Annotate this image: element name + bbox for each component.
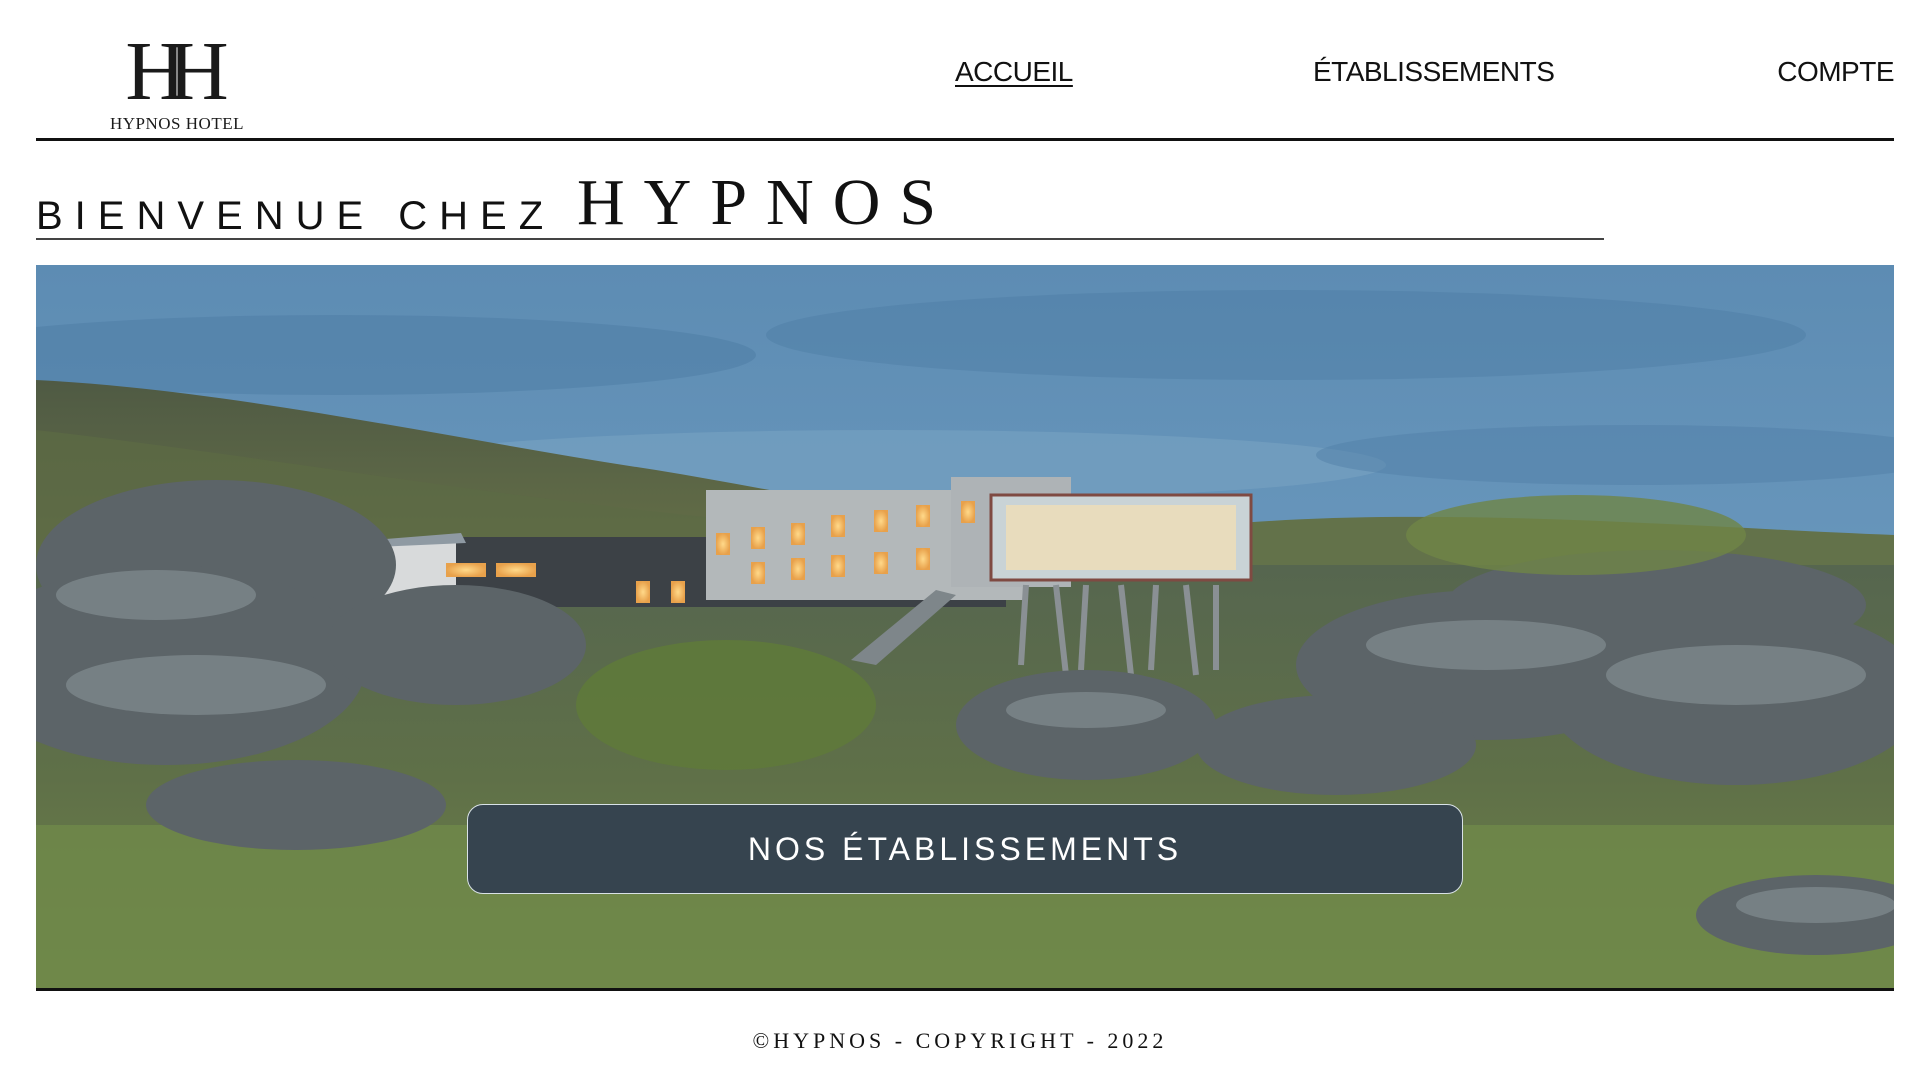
hotel-logo[interactable]: HH HYPNOS HOTEL	[102, 25, 252, 134]
footer-copyright: ©HYPNOS - COPYRIGHT - 2022	[752, 1028, 1168, 1053]
welcome-prefix: BIENVENUE CHEZ	[36, 194, 556, 238]
nav-link-establishments[interactable]: ÉTABLISSEMENTS	[1313, 56, 1555, 88]
nav-link-home[interactable]: ACCUEIL	[955, 56, 1073, 88]
welcome-brand-name: HYPNOS	[577, 166, 956, 239]
hero-banner: NOS ÉTABLISSEMENTS	[36, 265, 1894, 991]
welcome-heading: BIENVENUE CHEZ HYPNOS	[36, 170, 1604, 240]
site-header: HH HYPNOS HOTEL ACCUEIL ÉTABLISSEMENTS C…	[36, 0, 1894, 141]
establishments-button[interactable]: NOS ÉTABLISSEMENTS	[467, 804, 1463, 894]
logo-text: HYPNOS HOTEL	[110, 114, 244, 133]
nav-link-account[interactable]: COMPTE	[1777, 56, 1894, 88]
logo-mark: HH	[125, 25, 228, 118]
